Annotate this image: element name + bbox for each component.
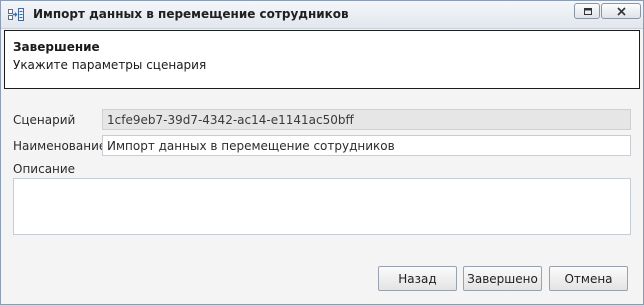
wizard-step-subtitle: Укажите параметры сценария	[13, 58, 207, 72]
import-wizard-icon	[8, 7, 24, 22]
scenario-id-field[interactable]	[102, 109, 631, 130]
close-button[interactable]	[601, 3, 641, 19]
dialog-window: Импорт данных в перемещение сотрудников …	[0, 0, 644, 305]
wizard-step-title: Завершение	[13, 40, 100, 54]
close-icon	[617, 7, 626, 16]
window-title: Импорт данных в перемещение сотрудников	[33, 7, 349, 21]
back-button[interactable]: Назад	[378, 266, 457, 291]
restore-button[interactable]	[574, 3, 600, 19]
description-label: Описание	[13, 162, 76, 176]
description-field[interactable]	[13, 178, 631, 235]
title-bar[interactable]: Импорт данных в перемещение сотрудников	[1, 1, 643, 29]
wizard-header-panel: Завершение Укажите параметры сценария	[4, 30, 640, 89]
scenario-label: Сценарий	[13, 113, 76, 127]
restore-icon	[584, 8, 592, 15]
name-label: Наименование	[13, 139, 107, 153]
cancel-button[interactable]: Отмена	[549, 266, 628, 291]
finish-button[interactable]: Завершено	[463, 266, 542, 291]
name-field[interactable]	[102, 135, 631, 156]
